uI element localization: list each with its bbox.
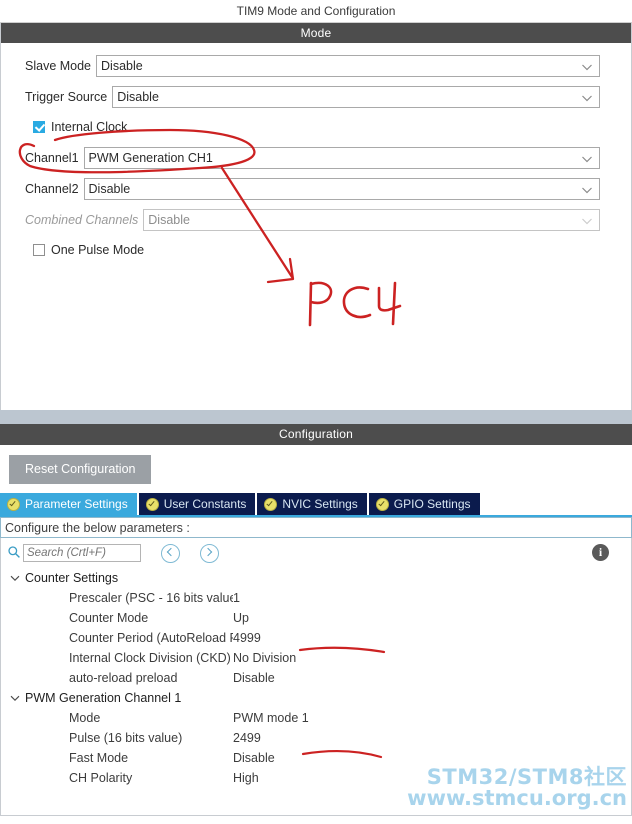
chevron-down-icon	[581, 61, 592, 72]
watermark: STM32/STM8社区 www.stmcu.org.cn	[407, 767, 627, 809]
check-circle-icon	[264, 497, 278, 511]
combined-channels-value: Disable	[148, 213, 190, 227]
mode-body: Slave Mode Disable Trigger Source Disabl…	[1, 43, 631, 260]
internal-clock-checkbox[interactable]	[33, 121, 45, 133]
channel2-row: Channel2 Disable	[1, 178, 631, 200]
chevron-down-icon	[581, 184, 592, 195]
configuration-panel: Configuration Reset Configuration Parame…	[0, 424, 632, 824]
one-pulse-mode-row[interactable]: One Pulse Mode	[1, 240, 631, 260]
mode-band-title: Mode	[1, 23, 631, 43]
param-value: PWM mode 1	[233, 711, 309, 725]
trigger-source-label: Trigger Source	[25, 90, 108, 104]
param-name: Prescaler (PSC - 16 bits value)	[69, 591, 233, 605]
internal-clock-row[interactable]: Internal Clock	[1, 117, 631, 137]
channel1-label: Channel1	[25, 151, 79, 165]
param-value: 4999	[233, 631, 261, 645]
channel2-combo[interactable]: Disable	[83, 178, 600, 200]
configuration-band-title: Configuration	[0, 424, 632, 445]
search-input[interactable]	[23, 544, 141, 562]
param-value: Disable	[233, 751, 275, 765]
table-row[interactable]: Prescaler (PSC - 16 bits value) 1	[1, 588, 631, 608]
group-title: PWM Generation Channel 1	[25, 691, 182, 705]
group-header-counter-settings[interactable]: Counter Settings	[1, 568, 631, 588]
slave-mode-combo[interactable]: Disable	[96, 55, 600, 77]
tab-nvic-settings[interactable]: NVIC Settings	[257, 493, 367, 515]
chevron-down-icon	[9, 692, 21, 704]
chevron-down-icon	[581, 215, 592, 226]
search-icon	[7, 545, 21, 562]
tab-label: NVIC Settings	[282, 497, 358, 511]
one-pulse-mode-label: One Pulse Mode	[51, 243, 145, 257]
next-match-button[interactable]	[200, 543, 219, 563]
chevron-down-icon	[581, 153, 592, 164]
check-circle-icon	[375, 497, 389, 511]
param-value: Up	[233, 611, 249, 625]
tab-parameter-settings[interactable]: Parameter Settings	[0, 493, 137, 515]
chevron-down-icon	[581, 92, 592, 103]
param-value: 1	[233, 591, 240, 605]
chevron-down-icon	[9, 572, 21, 584]
configuration-tabs: Parameter Settings User Constants NVIC S…	[0, 493, 632, 517]
channel2-value: Disable	[88, 182, 131, 196]
channel1-value: PWM Generation CH1	[88, 151, 213, 165]
internal-clock-label: Internal Clock	[51, 120, 128, 134]
param-name: CH Polarity	[69, 771, 133, 785]
table-row[interactable]: Counter Period (AutoReload Register - 1.…	[1, 628, 631, 648]
search-row: i	[1, 538, 631, 568]
parameter-area: i Counter Settings Prescaler (PSC - 16 b…	[0, 538, 632, 816]
param-value: No Division	[233, 651, 297, 665]
channel1-combo[interactable]: PWM Generation CH1	[83, 147, 600, 169]
watermark-line-2: www.stmcu.org.cn	[407, 786, 627, 810]
reset-configuration-wrap: Reset Configuration	[0, 445, 632, 493]
check-circle-icon	[7, 497, 20, 511]
channel1-row: Channel1 PWM Generation CH1	[1, 147, 631, 169]
check-circle-icon	[145, 497, 159, 511]
previous-match-button[interactable]	[161, 543, 180, 563]
param-value: 2499	[233, 731, 261, 745]
tab-label: Parameter Settings	[25, 497, 128, 511]
tab-gpio-settings[interactable]: GPIO Settings	[368, 493, 480, 515]
param-name: Pulse (16 bits value)	[69, 731, 183, 745]
mode-panel: Mode Slave Mode Disable Trigger Source D…	[0, 23, 632, 410]
one-pulse-mode-checkbox[interactable]	[33, 244, 45, 256]
combined-channels-row: Combined Channels Disable	[1, 209, 631, 231]
trigger-source-value: Disable	[117, 90, 159, 104]
param-name: Counter Mode	[69, 611, 149, 625]
trigger-source-row: Trigger Source Disable	[1, 86, 631, 108]
tab-user-constants[interactable]: User Constants	[138, 493, 256, 515]
slave-mode-value: Disable	[101, 59, 143, 73]
param-value: High	[233, 771, 259, 785]
window-title: TIM9 Mode and Configuration	[0, 0, 632, 23]
table-row[interactable]: Mode PWM mode 1	[1, 708, 631, 728]
param-name: auto-reload preload	[69, 671, 178, 685]
param-value: Disable	[233, 671, 275, 685]
group-header-pwm-generation-channel-1[interactable]: PWM Generation Channel 1	[1, 688, 631, 708]
param-name: Internal Clock Division (CKD)	[69, 651, 231, 665]
trigger-source-combo[interactable]: Disable	[112, 86, 600, 108]
tab-label: GPIO Settings	[393, 497, 471, 511]
param-name: Counter Period (AutoReload Register - 1.…	[69, 631, 233, 645]
combined-channels-combo: Disable	[143, 209, 600, 231]
table-row[interactable]: Pulse (16 bits value) 2499	[1, 728, 631, 748]
param-name: Fast Mode	[69, 751, 129, 765]
panel-separator	[0, 410, 632, 424]
slave-mode-label: Slave Mode	[25, 59, 92, 73]
channel2-label: Channel2	[25, 182, 79, 196]
table-row[interactable]: Counter Mode Up	[1, 608, 631, 628]
table-row[interactable]: auto-reload preload Disable	[1, 668, 631, 688]
configure-hint: Configure the below parameters :	[0, 517, 632, 538]
tab-label: User Constants	[163, 497, 247, 511]
table-row[interactable]: Internal Clock Division (CKD) No Divisio…	[1, 648, 631, 668]
param-name: Mode	[69, 711, 101, 725]
group-title: Counter Settings	[25, 571, 119, 585]
combined-channels-label: Combined Channels	[25, 213, 139, 227]
slave-mode-row: Slave Mode Disable	[1, 55, 631, 77]
reset-configuration-button[interactable]: Reset Configuration	[9, 455, 152, 484]
watermark-line-1: STM32/STM8社区	[426, 765, 627, 789]
info-icon[interactable]: i	[592, 544, 609, 561]
